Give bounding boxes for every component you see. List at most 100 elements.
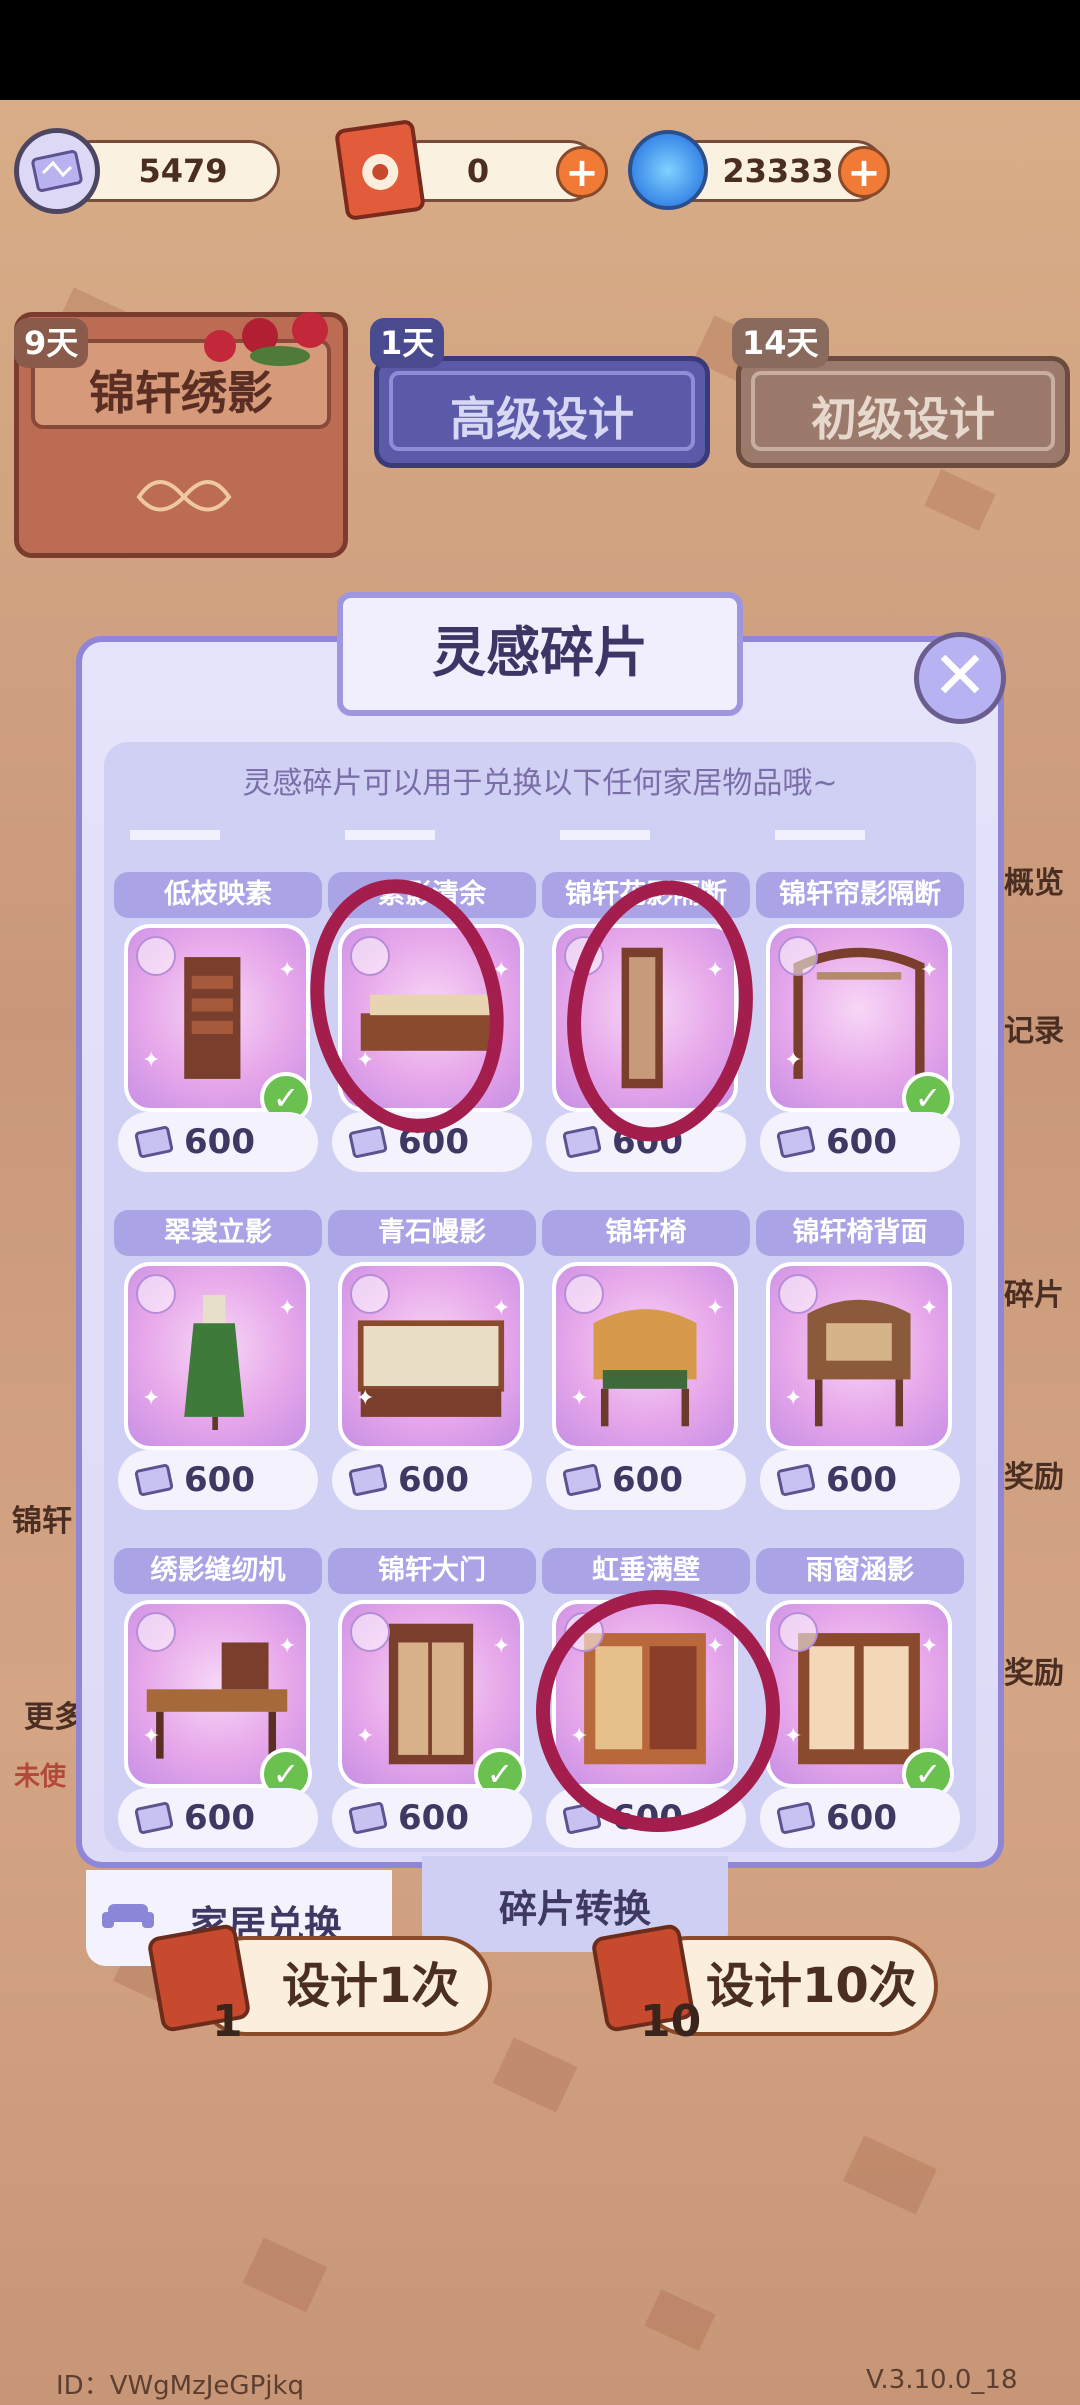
scroll-edge-items (130, 830, 950, 840)
tab-advanced-days: 1天 (370, 318, 445, 368)
furniture-item[interactable]: 锦轩帘影隔断 ✦ ✦ ✓ 600 (756, 872, 964, 1172)
item-name: 翠裳立影 (114, 1210, 322, 1256)
furniture-item[interactable]: 青石幔影 ✦ ✦ 600 (328, 1210, 536, 1510)
fragment-icon (562, 1125, 602, 1159)
tab-advanced-design[interactable]: 高级设计 (374, 356, 710, 468)
gem-swirl-icon (628, 130, 708, 210)
side-unused-label: 未使 (14, 1762, 67, 1792)
sparkle-icon: ✦ (142, 1048, 161, 1073)
sparkle-icon: ✦ (356, 1386, 375, 1411)
furniture-item[interactable]: 锦轩椅 ✦ ✦ 600 (542, 1210, 750, 1510)
tab-basic-label: 初级设计 (811, 392, 995, 446)
side-fragments-label[interactable]: 碎片 (1004, 1270, 1064, 1314)
item-price-value: 600 (184, 1460, 255, 1500)
item-name: 低枝映素 (114, 872, 322, 918)
side-more-label[interactable]: 更多 (24, 1692, 84, 1736)
sparkle-icon: ✦ (142, 1386, 161, 1411)
sparkle-icon: ✦ (920, 1634, 939, 1659)
fragment-icon (776, 1801, 816, 1835)
sparkle-icon: ✦ (570, 1386, 589, 1411)
furniture-item[interactable]: 雨窗涵影 ✦ ✦ ✓ 600 (756, 1548, 964, 1848)
item-price: 600 (760, 1788, 960, 1848)
tab-jinxuan-days: 9天 (14, 318, 89, 368)
item-thumbnail[interactable]: ✦ ✦ (766, 1262, 952, 1450)
fragment-icon (348, 1463, 388, 1497)
app-version: V.3.10.0_18 (866, 2365, 1018, 2395)
item-name: 锦轩椅背面 (756, 1210, 964, 1256)
fragment-icon (348, 1801, 388, 1835)
player-id: ID：VWgMzJeGPjkq (56, 2371, 305, 2401)
item-name: 锦轩椅 (542, 1210, 750, 1256)
sparkle-icon: ✦ (784, 1048, 803, 1073)
preview-icon (778, 1274, 818, 1314)
fragment-count: 5479 (138, 152, 228, 190)
furniture-item[interactable]: 翠裳立影 ✦ ✦ 600 (114, 1210, 322, 1510)
tab-basic-design[interactable]: 初级设计 (736, 356, 1070, 468)
tab-fragment-convert-label: 碎片转换 (498, 1887, 651, 1931)
gem-count: 23333 (722, 152, 834, 190)
status-bar-area (0, 0, 1080, 100)
furniture-item[interactable]: 绣影缝纫机 ✦ ✦ ✓ 600 (114, 1548, 322, 1848)
item-price-value: 600 (612, 1460, 683, 1500)
fragment-icon (348, 1125, 388, 1159)
preview-icon (136, 1274, 176, 1314)
side-records-label[interactable]: 记录 (1004, 1006, 1064, 1050)
sofa-icon (102, 1904, 154, 1928)
item-price-value: 600 (398, 1798, 469, 1838)
add-ticket-button[interactable]: + (556, 146, 608, 198)
preview-icon (778, 936, 818, 976)
item-thumbnail[interactable]: ✦ ✦ (124, 1262, 310, 1450)
ornament-icon (136, 480, 232, 512)
furniture-item[interactable]: 锦轩椅背面 ✦ ✦ 600 (756, 1210, 964, 1510)
sparkle-icon: ✦ (784, 1386, 803, 1411)
side-reward-label[interactable]: 奖励 (1004, 1452, 1064, 1496)
tab-advanced-label: 高级设计 (450, 392, 634, 446)
sparkle-icon: ✦ (920, 958, 939, 983)
item-price: 600 (332, 1450, 532, 1510)
design-once-cost: 1 (212, 1996, 243, 2047)
fragment-icon (134, 1125, 174, 1159)
fragment-icon (134, 1801, 174, 1835)
side-reward2-label[interactable]: 奖励 (1004, 1648, 1064, 1692)
ticket-icon (333, 118, 427, 222)
sparkle-icon: ✦ (278, 1296, 297, 1321)
item-price-value: 600 (184, 1122, 255, 1162)
item-price-value: 600 (184, 1798, 255, 1838)
item-price: 600 (118, 1112, 318, 1172)
fragment-icon (776, 1463, 816, 1497)
fragment-icon (562, 1463, 602, 1497)
furniture-item[interactable]: 锦轩大门 ✦ ✦ ✓ 600 (328, 1548, 536, 1848)
tab-basic-days: 14天 (732, 318, 829, 368)
close-button[interactable]: ✕ (914, 632, 1006, 724)
side-overview-label[interactable]: 概览 (1004, 858, 1064, 902)
item-price-value: 600 (826, 1122, 897, 1162)
item-price: 600 (118, 1450, 318, 1510)
add-gem-button[interactable]: + (838, 146, 890, 198)
preview-icon (564, 1274, 604, 1314)
item-thumbnail[interactable]: ✦ ✦ (552, 1262, 738, 1450)
fragment-icon (14, 128, 100, 214)
item-price: 600 (118, 1788, 318, 1848)
item-price-value: 600 (826, 1460, 897, 1500)
side-left-label[interactable]: 锦轩 (12, 1496, 72, 1540)
item-price-value: 600 (398, 1460, 469, 1500)
item-price: 600 (760, 1450, 960, 1510)
dialog-subtitle: 灵感碎片可以用于兑换以下任何家居物品哦~ (242, 766, 838, 801)
design-ten-cost: 10 (640, 1996, 702, 2047)
item-price: 600 (332, 1788, 532, 1848)
item-thumbnail[interactable]: ✦ ✦ (338, 1262, 524, 1450)
roses-icon (180, 306, 350, 376)
furniture-item[interactable]: 低枝映素 ✦ ✦ ✓ 600 (114, 872, 322, 1172)
sparkle-icon: ✦ (142, 1724, 161, 1749)
sparkle-icon: ✦ (706, 1296, 725, 1321)
preview-icon (136, 1612, 176, 1652)
sparkle-icon: ✦ (492, 1296, 511, 1321)
item-price-value: 600 (826, 1798, 897, 1838)
design-ten-label: 设计10次 (706, 1958, 917, 2014)
item-price: 600 (760, 1112, 960, 1172)
preview-icon (350, 1274, 390, 1314)
preview-icon (778, 1612, 818, 1652)
fragment-icon (134, 1463, 174, 1497)
item-name: 虹垂满壁 (542, 1548, 750, 1594)
item-name: 绣影缝纫机 (114, 1548, 322, 1594)
